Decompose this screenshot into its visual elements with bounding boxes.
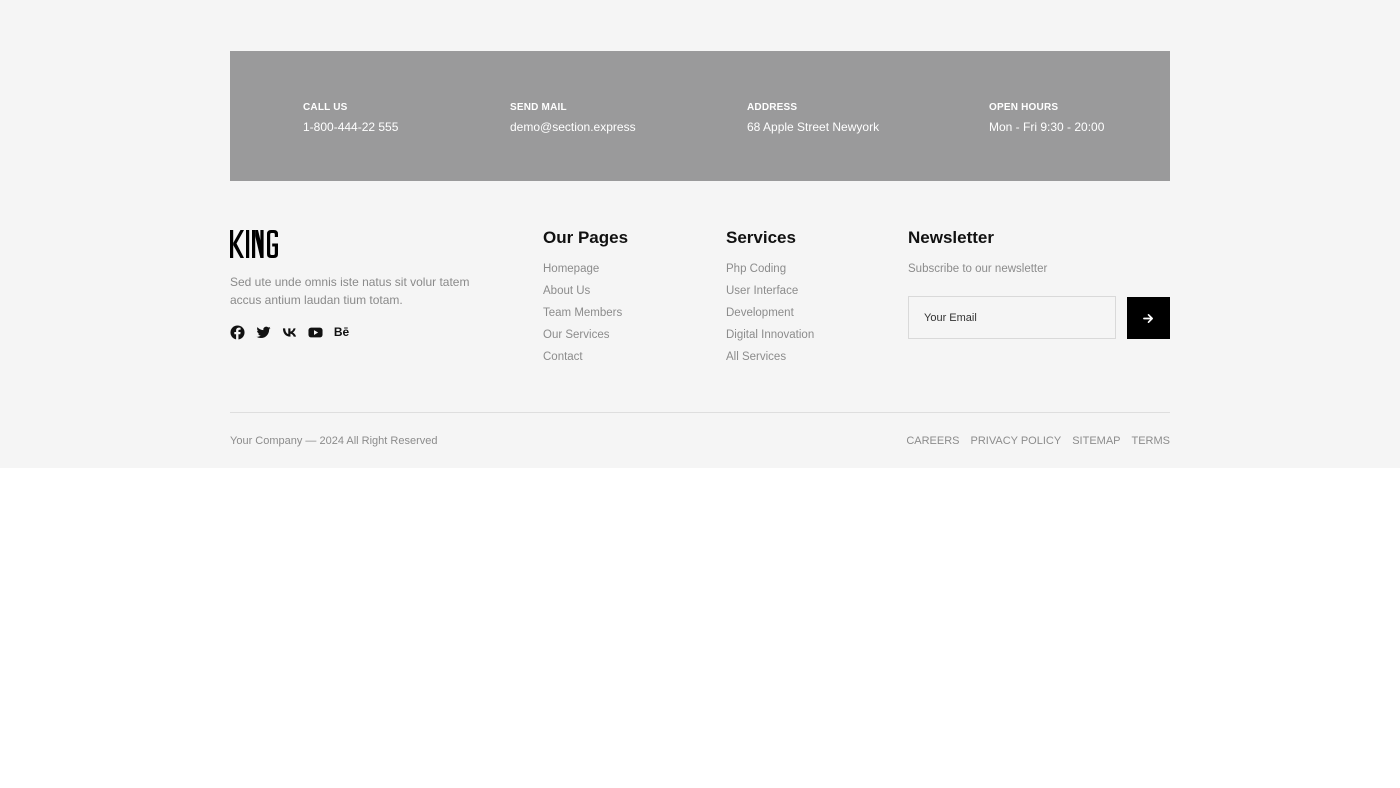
facebook-icon[interactable] xyxy=(230,325,245,340)
pages-link-services[interactable]: Our Services xyxy=(543,327,628,349)
contact-mail: SEND MAIL demo@section.express xyxy=(510,101,636,135)
behance-icon[interactable]: Bē xyxy=(334,325,349,340)
copyright-text: Your Company — 2024 All Right Reserved xyxy=(230,435,438,447)
pages-link-about[interactable]: About Us xyxy=(543,283,628,305)
newsletter-subtitle: Subscribe to our newsletter xyxy=(908,263,1048,275)
contact-hours: OPEN HOURS Mon - Fri 9:30 - 20:00 xyxy=(989,101,1104,135)
newsletter-column: Newsletter Subscribe to our newsletter xyxy=(908,227,1047,277)
link-terms[interactable]: TERMS xyxy=(1132,433,1171,449)
contact-call: CALL US 1-800-444-22 555 xyxy=(303,101,398,135)
link-privacy-policy[interactable]: PRIVACY POLICY xyxy=(971,433,1062,449)
newsletter-email-input[interactable] xyxy=(908,296,1116,339)
vk-icon[interactable] xyxy=(282,325,297,340)
pages-column: Our Pages Homepage About Us Team Members… xyxy=(543,227,628,371)
services-link-digital[interactable]: Digital Innovation xyxy=(726,327,814,349)
pages-link-homepage[interactable]: Homepage xyxy=(543,261,628,283)
services-link-development[interactable]: Development xyxy=(726,305,814,327)
services-link-ui[interactable]: User Interface xyxy=(726,283,814,305)
social-links: Bē xyxy=(230,325,349,340)
legal-links: CAREERS PRIVACY POLICY SITEMAP TERMS xyxy=(906,433,1170,449)
contact-address: ADDRESS 68 Apple Street Newyork xyxy=(747,101,879,135)
contact-call-label: CALL US xyxy=(303,102,348,113)
link-sitemap[interactable]: SITEMAP xyxy=(1072,433,1120,449)
pages-title: Our Pages xyxy=(543,228,629,247)
pages-link-team[interactable]: Team Members xyxy=(543,305,628,327)
services-links: Php Coding User Interface Development Di… xyxy=(726,261,814,371)
contact-address-value: 68 Apple Street Newyork xyxy=(747,120,880,134)
pages-links: Homepage About Us Team Members Our Servi… xyxy=(543,261,628,371)
services-link-php[interactable]: Php Coding xyxy=(726,261,814,283)
pages-link-contact[interactable]: Contact xyxy=(543,349,628,371)
contact-bar: CALL US 1-800-444-22 555 SEND MAIL demo@… xyxy=(230,51,1170,181)
youtube-icon[interactable] xyxy=(308,325,323,340)
services-link-all[interactable]: All Services xyxy=(726,349,814,371)
footer-divider xyxy=(230,412,1170,413)
contact-hours-value: Mon - Fri 9:30 - 20:00 xyxy=(989,120,1105,134)
twitter-icon[interactable] xyxy=(256,325,271,340)
contact-hours-label: OPEN HOURS xyxy=(989,102,1059,113)
services-column: Services Php Coding User Interface Devel… xyxy=(726,227,814,371)
brand-description: Sed ute unde omnis iste natus sit volur … xyxy=(230,275,470,307)
site-footer: CALL US 1-800-444-22 555 SEND MAIL demo@… xyxy=(0,0,1400,468)
services-title: Services xyxy=(726,228,796,247)
newsletter-submit-button[interactable] xyxy=(1127,297,1170,339)
arrow-right-icon xyxy=(1143,313,1153,323)
contact-mail-label: SEND MAIL xyxy=(510,102,567,113)
brand-logo[interactable] xyxy=(230,230,278,258)
contact-mail-value[interactable]: demo@section.express xyxy=(510,119,636,135)
link-careers[interactable]: CAREERS xyxy=(906,433,959,449)
newsletter-title: Newsletter xyxy=(908,228,994,247)
contact-address-label: ADDRESS xyxy=(747,102,798,113)
behance-text: Bē xyxy=(333,325,350,339)
contact-call-value[interactable]: 1-800-444-22 555 xyxy=(303,119,398,135)
